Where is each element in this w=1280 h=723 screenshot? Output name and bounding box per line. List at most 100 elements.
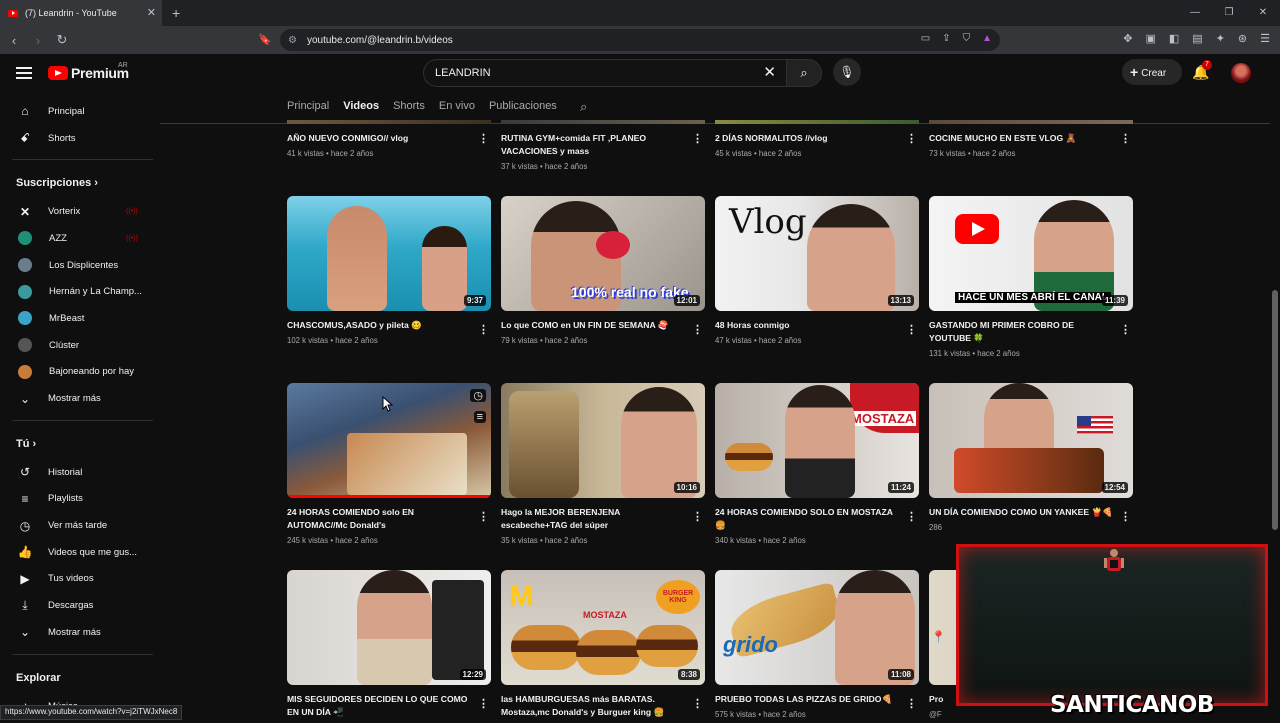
sidebar-item-playlists[interactable]: ≡ Playlists [0,486,160,513]
video-title[interactable]: COCINE MUCHO EN ESTE VLOG 🧸 [929,132,1115,145]
more-options-icon[interactable]: ⋮ [478,697,489,710]
more-options-icon[interactable]: ⋮ [906,510,917,523]
video-title[interactable]: 2 DÍAS NORMALITOS //vlog [715,132,901,145]
video-card[interactable]: 12:29 MIS SEGUIDORES DECIDEN LO QUE COMO… [287,570,491,723]
vpn-icon[interactable]: ⊛ [1238,32,1247,45]
tab-en-vivo[interactable]: En vivo [439,100,475,112]
video-card[interactable]: 10:16 Hago la MEJOR BERENJENA escabeche+… [501,383,705,545]
more-options-icon[interactable]: ⋮ [1120,510,1131,523]
more-options-icon[interactable]: ⋮ [1120,132,1131,145]
video-card[interactable]: COCINE MUCHO EN ESTE VLOG 🧸 73 k vistas … [929,120,1133,158]
video-title[interactable]: 24 HORAS COMIENDO SOLO EN MOSTAZA 🍔 [715,506,901,532]
thumbnail[interactable]: MOSTAZA 11:24 [715,383,919,498]
video-card[interactable]: M BURGER KING MOSTAZA 8:38 las HAMBURGUE… [501,570,705,723]
sidebar-item-downloads[interactable]: ⤓ Descargas [0,592,160,619]
more-options-icon[interactable]: ⋮ [906,323,917,336]
video-card[interactable]: 2 DÍAS NORMALITOS //vlog 45 k vistas • h… [715,120,919,158]
sidebar-item-shorts[interactable]: ꗃ Shorts [0,125,160,152]
thumbnail[interactable]: 12:29 [287,570,491,685]
sidebar-sub-cluster[interactable]: Clúster [0,332,160,359]
create-button[interactable]: + Crear [1122,59,1182,85]
browser-tab[interactable]: (7) Leandrin - YouTube ✕ [0,0,162,26]
video-card[interactable]: 100% real no fake 12:01 Lo que COMO en U… [501,196,705,345]
sidebar-item-your-videos[interactable]: ▶ Tus videos [0,566,160,593]
thumbnail[interactable]: 12:54 [929,383,1133,498]
video-card[interactable]: HACE UN MES ABRÍ EL CANAL 11:39 GASTANDO… [929,196,1133,358]
subscriptions-heading[interactable]: Suscripciones › [0,168,160,198]
video-title[interactable]: GASTANDO MI PRIMER COBRO DE YOUTUBE 🍀 [929,319,1115,345]
search-button[interactable]: ⌕ [786,59,822,87]
thumbnail[interactable]: grido 11:08 [715,570,919,685]
more-options-icon[interactable]: ⋮ [478,132,489,145]
thumbnail[interactable]: 100% real no fake 12:01 [501,196,705,311]
sidebar-sub-displicentes[interactable]: Los Displicentes [0,252,160,279]
tab-icon[interactable]: ▣ [1145,32,1155,45]
video-title[interactable]: 48 Horas conmigo [715,319,901,332]
video-card[interactable]: RUTINA GYM+comida FIT ,PLANEO VACACIONES… [501,120,705,171]
wallet-icon[interactable]: ▤ [1192,32,1202,45]
site-info-icon[interactable]: ⚙ [288,35,297,46]
cast-icon[interactable]: ▭ [921,33,930,44]
close-window-icon[interactable]: ✕ [1246,0,1280,26]
video-title[interactable]: las HAMBURGUESAS más BARATAS. Mostaza,mc… [501,693,687,719]
sidebar-you-show-more[interactable]: ⌄ Mostrar más [0,619,160,646]
sidebar-sub-hernan[interactable]: Hernán y La Champ... [0,278,160,305]
thumbnail[interactable]: HACE UN MES ABRÍ EL CANAL 11:39 [929,196,1133,311]
menu-icon[interactable]: ☰ [1260,32,1270,45]
back-icon[interactable]: ‹ [4,33,24,48]
video-title[interactable]: CHASCOMUS,ASADO y pileta 🥴 [287,319,473,332]
ai-icon[interactable]: ✦ [1216,32,1225,45]
more-options-icon[interactable]: ⋮ [692,323,703,336]
more-options-icon[interactable]: ⋮ [906,697,917,710]
sidebar-sub-mrbeast[interactable]: MrBeast [0,305,160,332]
url-field[interactable]: ⚙ youtube.com/@leandrin.b/videos ▭ ⇪ ⛉ ▲ [280,29,1000,51]
bookmark-icon[interactable]: 🔖 [258,33,272,46]
video-title[interactable]: PRUEBO TODAS LAS PIZZAS DE GRIDO🍕 [715,693,901,706]
voice-search-button[interactable]: 🎙 [833,58,861,86]
video-title[interactable]: MIS SEGUIDORES DECIDEN LO QUE COMO EN UN… [287,693,473,719]
search-input[interactable]: LEANDRIN ✕ [423,59,786,87]
more-options-icon[interactable]: ⋮ [692,132,703,145]
tab-principal[interactable]: Principal [287,100,329,112]
extensions-icon[interactable]: ✥ [1123,32,1132,45]
new-tab-icon[interactable]: + [172,5,180,21]
thumbnail[interactable] [929,120,1133,124]
sidebar-item-historial[interactable]: ↺ Historial [0,459,160,486]
sidebar-item-watch-later[interactable]: ◷ Ver más tarde [0,512,160,539]
sidebar-sub-vorterix[interactable]: ✕ Vorterix ((•)) [0,198,160,225]
thumbnail[interactable]: 10:16 [501,383,705,498]
maximize-icon[interactable]: ❐ [1212,0,1246,26]
video-title[interactable]: RUTINA GYM+comida FIT ,PLANEO VACACIONES… [501,132,687,158]
forward-icon[interactable]: › [28,33,48,48]
video-card[interactable]: Vlog 13:13 48 Horas conmigo 47 k vistas … [715,196,919,345]
sidebar-sub-azz[interactable]: AZZ ((•)) [0,225,160,252]
hamburger-menu-icon[interactable] [16,67,32,82]
thumbnail[interactable] [287,120,491,124]
sidebar-toggle-icon[interactable]: ◧ [1169,32,1179,45]
notifications-button[interactable]: 🔔 7 [1192,60,1212,81]
video-title[interactable]: Lo que COMO en UN FIN DE SEMANA 🍣 [501,319,687,332]
more-options-icon[interactable]: ⋮ [1120,323,1131,336]
sidebar-sub-bajoneando[interactable]: Bajoneando por hay [0,359,160,386]
reload-icon[interactable]: ↻ [52,32,72,48]
video-title[interactable]: Hago la MEJOR BERENJENA escabeche+TAG de… [501,506,687,532]
more-options-icon[interactable]: ⋮ [692,510,703,523]
video-card[interactable]: AÑO NUEVO CONMIGO// vlog 41 k vistas • h… [287,120,491,158]
clear-search-icon[interactable]: ✕ [763,60,776,86]
account-avatar[interactable] [1231,63,1251,83]
video-card[interactable]: MOSTAZA 11:24 24 HORAS COMIENDO SOLO EN … [715,383,919,545]
video-card[interactable]: grido 11:08 PRUEBO TODAS LAS PIZZAS DE G… [715,570,919,719]
thumbnail[interactable]: Vlog 13:13 [715,196,919,311]
add-to-queue-icon[interactable]: ≡ [473,411,486,423]
sidebar-item-principal[interactable]: ⌂ Principal [0,98,160,125]
tab-shorts[interactable]: Shorts [393,100,425,112]
video-card[interactable]: 12:54 UN DÍA COMIENDO COMO UN YANKEE 🍟🍕 … [929,383,1133,532]
more-options-icon[interactable]: ⋮ [478,510,489,523]
share-icon[interactable]: ⇪ [942,33,950,44]
sidebar-subs-show-more[interactable]: ⌄ Mostrar más [0,385,160,412]
watch-later-icon[interactable]: ◷ [470,389,486,402]
you-heading[interactable]: Tú › [0,429,160,459]
minimize-icon[interactable]: — [1178,0,1212,26]
page-scrollbar[interactable] [1272,290,1278,530]
more-options-icon[interactable]: ⋮ [478,323,489,336]
